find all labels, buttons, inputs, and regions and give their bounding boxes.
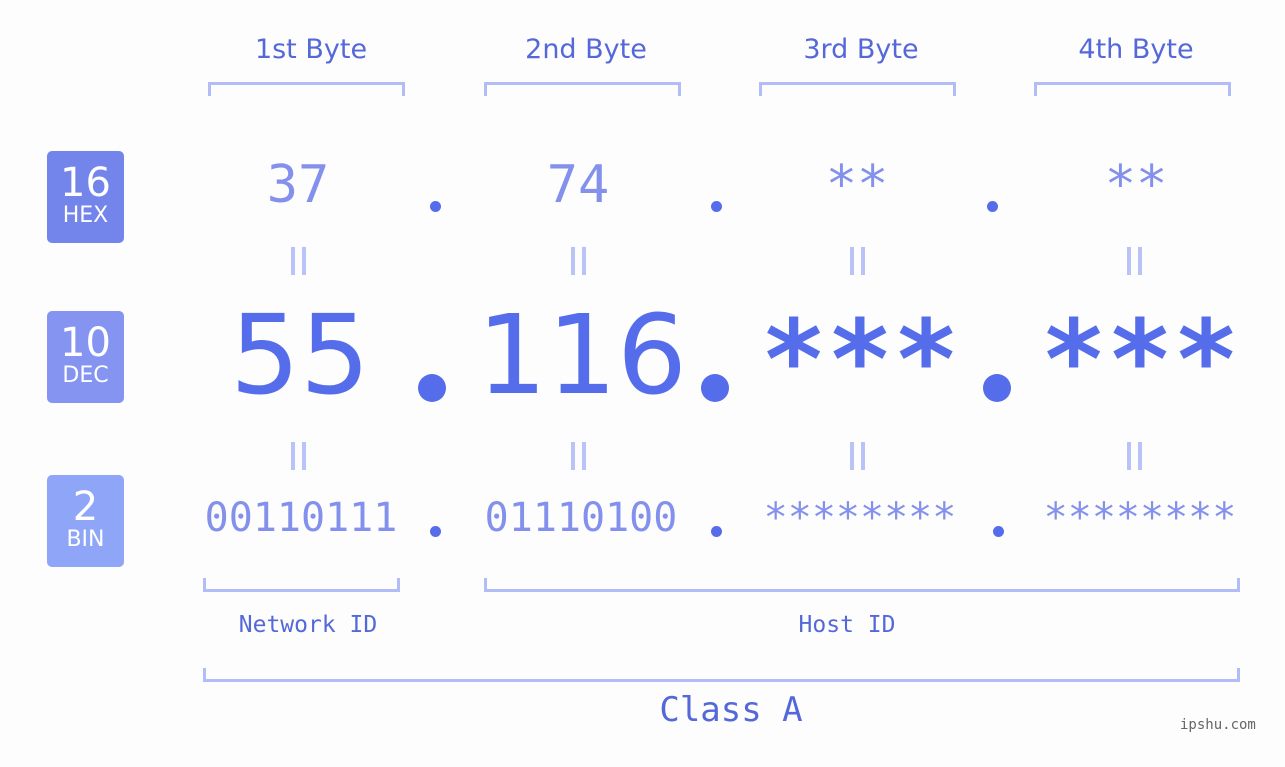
byte-bracket-1: [208, 82, 405, 96]
dec-byte-1: 55: [230, 291, 370, 419]
byte-header-1: 1st Byte: [254, 34, 368, 65]
dec-byte-3: ***: [760, 296, 960, 424]
dec-separator-dot: [418, 374, 446, 402]
watermark: ipshu.com: [1180, 717, 1256, 733]
bin-badge: 2 BIN: [47, 475, 124, 567]
class-bracket: [203, 668, 1240, 682]
host-id-label: Host ID: [798, 612, 896, 638]
equals-icon: [850, 442, 872, 472]
byte-bracket-2: [484, 82, 681, 96]
equals-icon: [850, 247, 872, 277]
bin-byte-3: ********: [763, 495, 957, 541]
bin-byte-1: 00110111: [204, 495, 398, 541]
hex-byte-2: 74: [546, 155, 610, 215]
byte-header-4: 4th Byte: [1078, 34, 1194, 65]
hex-byte-1: 37: [266, 155, 330, 215]
bin-byte-2: 01110100: [484, 495, 678, 541]
dec-byte-4: ***: [1040, 296, 1240, 424]
host-id-bracket: [484, 578, 1240, 592]
equals-icon: [1127, 247, 1149, 277]
equals-icon: [571, 247, 593, 277]
hex-badge: 16 HEX: [47, 151, 124, 243]
bin-base-number: 2: [72, 484, 99, 530]
equals-icon: [571, 442, 593, 472]
equals-icon: [291, 442, 313, 472]
dec-separator-dot: [983, 374, 1011, 402]
dec-badge: 10 DEC: [47, 311, 124, 403]
dec-separator-dot: [701, 374, 729, 402]
hex-separator-dot: [711, 201, 722, 212]
byte-header-2: 2nd Byte: [525, 34, 647, 65]
hex-separator-dot: [430, 201, 441, 212]
bin-separator-dot: [430, 526, 441, 537]
dec-byte-2: 116: [477, 291, 687, 419]
dec-base-number: 10: [60, 320, 111, 366]
network-id-label: Network ID: [238, 612, 378, 638]
hex-byte-4: **: [1104, 155, 1168, 215]
equals-icon: [291, 247, 313, 277]
byte-header-3: 3rd Byte: [803, 34, 919, 65]
bin-separator-dot: [993, 526, 1004, 537]
dec-base-label: DEC: [62, 363, 109, 388]
hex-byte-3: **: [825, 155, 889, 215]
hex-separator-dot: [987, 201, 998, 212]
class-label: Class A: [659, 690, 803, 730]
hex-base-number: 16: [60, 160, 111, 206]
equals-icon: [1127, 442, 1149, 472]
byte-bracket-4: [1034, 82, 1231, 96]
byte-bracket-3: [759, 82, 956, 96]
hex-base-label: HEX: [62, 203, 109, 228]
bin-separator-dot: [711, 526, 722, 537]
bin-byte-4: ********: [1043, 495, 1237, 541]
network-id-bracket: [203, 578, 400, 592]
bin-base-label: BIN: [66, 527, 105, 552]
